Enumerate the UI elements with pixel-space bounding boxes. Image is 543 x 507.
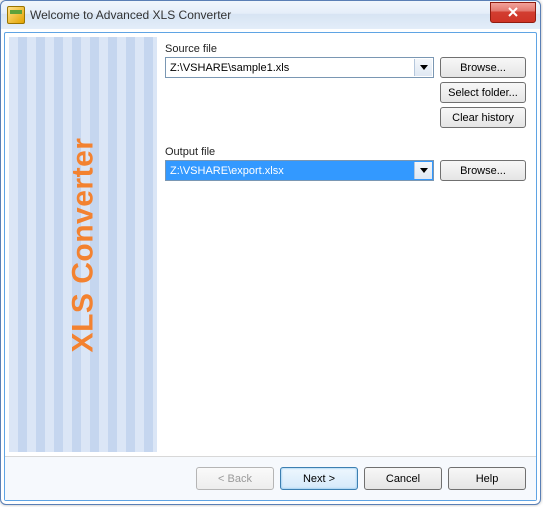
close-button[interactable] <box>490 2 536 23</box>
output-browse-button[interactable]: Browse... <box>440 160 526 181</box>
main-pane: Source file Z:\VSHARE\sample1.xls Browse… <box>161 37 532 452</box>
source-file-label: Source file <box>165 43 526 55</box>
source-file-group: Source file Z:\VSHARE\sample1.xls Browse… <box>165 43 526 132</box>
titlebar: Welcome to Advanced XLS Converter <box>1 1 540 29</box>
cancel-button[interactable]: Cancel <box>364 467 442 490</box>
client-area: XLS Converter Source file Z:\VSHARE\samp… <box>4 32 537 501</box>
help-button[interactable]: Help <box>448 467 526 490</box>
back-button: < Back <box>196 467 274 490</box>
source-file-value: Z:\VSHARE\sample1.xls <box>170 62 289 74</box>
output-file-value: Z:\VSHARE\export.xlsx <box>170 165 284 177</box>
banner-text: XLS Converter <box>66 137 100 352</box>
content: XLS Converter Source file Z:\VSHARE\samp… <box>5 33 536 456</box>
window-title: Welcome to Advanced XLS Converter <box>30 8 231 22</box>
app-icon <box>7 6 25 24</box>
side-banner: XLS Converter <box>9 37 157 452</box>
chevron-down-icon[interactable] <box>414 59 432 76</box>
wizard-footer: < Back Next > Cancel Help <box>5 456 536 500</box>
clear-history-button[interactable]: Clear history <box>440 107 526 128</box>
app-window: Welcome to Advanced XLS Converter XLS Co… <box>0 0 541 505</box>
close-icon <box>508 7 518 17</box>
select-folder-button[interactable]: Select folder... <box>440 82 526 103</box>
next-button[interactable]: Next > <box>280 467 358 490</box>
output-file-combo[interactable]: Z:\VSHARE\export.xlsx <box>165 160 434 181</box>
output-file-label: Output file <box>165 146 526 158</box>
chevron-down-icon[interactable] <box>414 162 432 179</box>
output-file-group: Output file Z:\VSHARE\export.xlsx Browse… <box>165 146 526 181</box>
source-file-combo[interactable]: Z:\VSHARE\sample1.xls <box>165 57 434 78</box>
source-browse-button[interactable]: Browse... <box>440 57 526 78</box>
